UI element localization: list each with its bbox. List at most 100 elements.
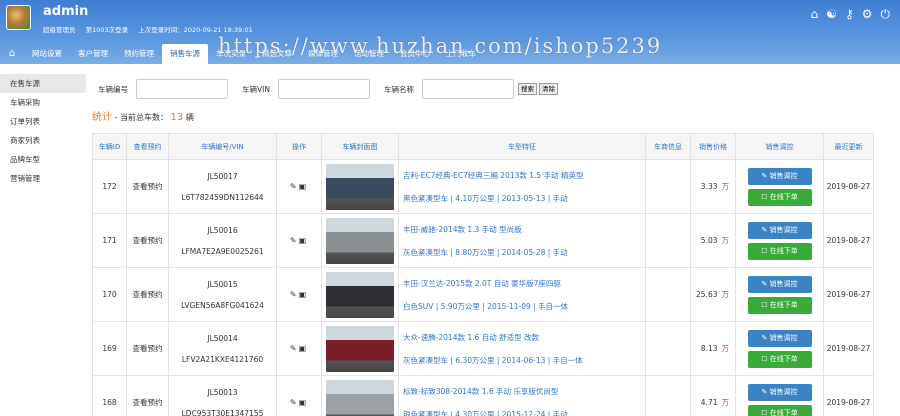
- stats-unit: 辆: [185, 113, 194, 122]
- car-cover-image[interactable]: [326, 271, 394, 318]
- image-icon[interactable]: ▣: [299, 398, 309, 407]
- search-button[interactable]: 搜索: [517, 83, 537, 95]
- car-cover-image[interactable]: [326, 379, 394, 416]
- car-title-link[interactable]: 丰田-汉兰达-2015款 2.0T 自动 豪华版7座四驱: [403, 278, 645, 289]
- car-spec: 黑色紧凑型车 | 4.10万公里 | 2013-05-13 | 手动: [403, 193, 568, 203]
- cell-actions: ✎▣: [276, 267, 322, 322]
- online-order-label: 在线下单: [769, 408, 798, 416]
- edit-icon[interactable]: ✎: [290, 182, 299, 191]
- avatar[interactable]: [6, 5, 31, 30]
- nav-tab-appointments[interactable]: 预约管理: [116, 44, 162, 64]
- th-id[interactable]: 车辆ID: [92, 133, 127, 160]
- online-order-button[interactable]: ☐ 在线下单: [747, 242, 812, 260]
- car-title-link[interactable]: 吉利-EC7经典-EC7经典三厢 2013款 1.5 手动 精英型: [403, 170, 645, 181]
- cell-price: 5.03 万: [690, 213, 736, 268]
- sidebar-item-on-sale[interactable]: 在售车源: [0, 74, 86, 93]
- nav-tab-customers[interactable]: 客户管理: [70, 44, 116, 64]
- cell-actions: ✎▣: [276, 159, 322, 214]
- image-icon[interactable]: ▣: [299, 290, 309, 299]
- sales-control-button[interactable]: ✎ 销售调控: [747, 329, 812, 347]
- edit-icon: ✎: [761, 225, 770, 234]
- reset-button[interactable]: 清除: [538, 83, 558, 95]
- watermark-text: https://www.huzhan.com/ishop5239: [218, 34, 663, 58]
- th-no-vin: 车辆编号/VIN: [168, 133, 277, 160]
- online-order-button[interactable]: ☐ 在线下单: [747, 404, 812, 416]
- sidebar-item-brands[interactable]: 品牌车型: [0, 150, 86, 169]
- view-appointment-link[interactable]: 查看预约: [126, 321, 169, 376]
- power-icon[interactable]: ⏻: [881, 7, 891, 21]
- cell-control: ✎ 销售调控 ☐ 在线下单: [735, 321, 824, 376]
- home-icon[interactable]: ⌂: [811, 7, 819, 21]
- sidebar-item-dealers[interactable]: 商家列表: [0, 131, 86, 150]
- car-spec: 白色SUV | 5.90万公里 | 2015-11-09 | 手自一体: [403, 301, 569, 311]
- car-table: 车辆ID 查看预约 车辆编号/VIN 操作 车辆封面图 车型特征 车商信息 销售…: [92, 133, 874, 416]
- car-vin: LFMA7E2A9E0025261: [181, 246, 264, 256]
- sales-control-label: 销售调控: [769, 171, 798, 180]
- cell-updated: 2019-08-27: [823, 321, 874, 376]
- edit-icon[interactable]: ✎: [290, 290, 299, 299]
- stats-label: 统计: [92, 112, 112, 123]
- username: admin: [43, 4, 89, 19]
- palette-icon[interactable]: ☯: [826, 7, 837, 21]
- car-title-link[interactable]: 丰田-威驰-2014款 1.3 手动 型尚版: [403, 224, 645, 235]
- sidebar-item-purchase[interactable]: 车辆采购: [0, 93, 86, 112]
- car-no-input[interactable]: [136, 79, 228, 99]
- view-appointment-link[interactable]: 查看预约: [126, 213, 169, 268]
- image-icon[interactable]: ▣: [299, 182, 309, 191]
- car-cover-image[interactable]: [326, 163, 394, 210]
- car-vin: LDC953T30E1347155: [181, 408, 264, 416]
- price-value: 3.33: [700, 182, 718, 191]
- user-role: 超级管理员: [43, 26, 76, 34]
- cell-control: ✎ 销售调控 ☐ 在线下单: [735, 375, 824, 416]
- car-title-link[interactable]: 标致-标致308-2014款 1.6 手动 乐享版优尚型: [403, 386, 645, 397]
- sidebar-item-marketing[interactable]: 营销管理: [0, 169, 86, 188]
- cell-dealer: [645, 375, 691, 416]
- online-order-label: 在线下单: [769, 354, 798, 363]
- view-appointment-link[interactable]: 查看预约: [126, 375, 169, 416]
- cart-icon: ☐: [761, 300, 770, 309]
- sales-control-button[interactable]: ✎ 销售调控: [747, 383, 812, 401]
- price-unit: 万: [721, 344, 730, 353]
- cell-features: 标致-标致308-2014款 1.6 手动 乐享版优尚型银色紧凑型车 | 4.3…: [398, 375, 646, 416]
- online-order-button[interactable]: ☐ 在线下单: [747, 296, 812, 314]
- vin-input[interactable]: [277, 79, 370, 99]
- th-updated: 最近更新: [823, 133, 874, 160]
- sales-control-button[interactable]: ✎ 销售调控: [747, 275, 812, 293]
- table-row: 169 查看预约 JL50014 LFV2A21KXE4121760 ✎▣ 大众-速腾-2…: [92, 321, 874, 376]
- online-order-button[interactable]: ☐ 在线下单: [747, 350, 812, 368]
- cell-dealer: [645, 267, 691, 322]
- edit-icon[interactable]: ✎: [290, 344, 299, 353]
- online-order-button[interactable]: ☐ 在线下单: [747, 188, 812, 206]
- edit-icon: ✎: [761, 333, 770, 342]
- cell-cover: [321, 159, 399, 214]
- table-body: 172 查看预约 JL50017 L6T782459DN112644 ✎▣ 吉利-EC7经…: [92, 159, 874, 416]
- car-title-link[interactable]: 大众-速腾-2014款 1.6 自动 舒适型 改款: [403, 332, 645, 343]
- price-value: 8.13: [700, 344, 718, 353]
- car-spec: 银色紧凑型车 | 4.30万公里 | 2015-12-24 | 手动: [403, 409, 568, 416]
- price-value: 5.03: [700, 236, 718, 245]
- sidebar-item-orders[interactable]: 订单列表: [0, 112, 86, 131]
- nav-tab-site-settings[interactable]: 网站设置: [24, 44, 70, 64]
- sales-control-button[interactable]: ✎ 销售调控: [747, 221, 812, 239]
- cell-no-vin: JL50014 LFV2A21KXE4121760: [168, 321, 277, 376]
- edit-icon[interactable]: ✎: [290, 236, 299, 245]
- car-cover-image[interactable]: [326, 217, 394, 264]
- view-appointment-link[interactable]: 查看预约: [126, 267, 169, 322]
- nav-home-icon[interactable]: ⌂: [0, 44, 24, 64]
- gear-icon[interactable]: ⚙: [862, 7, 873, 21]
- nav-tab-cars-on-sale[interactable]: 销售车源: [162, 44, 208, 64]
- cell-no-vin: JL50015 LVGEN56A8FG041624: [168, 267, 277, 322]
- top-header: admin 超级管理员 第1003次登录 上次登录时间：2020-09-21 1…: [0, 0, 900, 64]
- image-icon[interactable]: ▣: [299, 236, 309, 245]
- cell-features: 吉利-EC7经典-EC7经典三厢 2013款 1.5 手动 精英型 黑色紧凑型车 …: [398, 159, 646, 214]
- cell-no-vin: JL50013 LDC953T30E1347155: [168, 375, 277, 416]
- key-icon[interactable]: ⚷: [845, 7, 854, 21]
- car-cover-image[interactable]: [326, 325, 394, 372]
- car-name-input[interactable]: [421, 79, 514, 99]
- view-appointment-link[interactable]: 查看预约: [126, 159, 169, 214]
- edit-icon[interactable]: ✎: [290, 398, 299, 407]
- image-icon[interactable]: ▣: [299, 344, 309, 353]
- cell-features: 丰田-威驰-2014款 1.3 手动 型尚版 灰色紧凑型车 | 8.80万公里 |…: [398, 213, 646, 268]
- sales-control-button[interactable]: ✎ 销售调控: [747, 167, 812, 185]
- cell-actions: ✎▣: [276, 321, 322, 376]
